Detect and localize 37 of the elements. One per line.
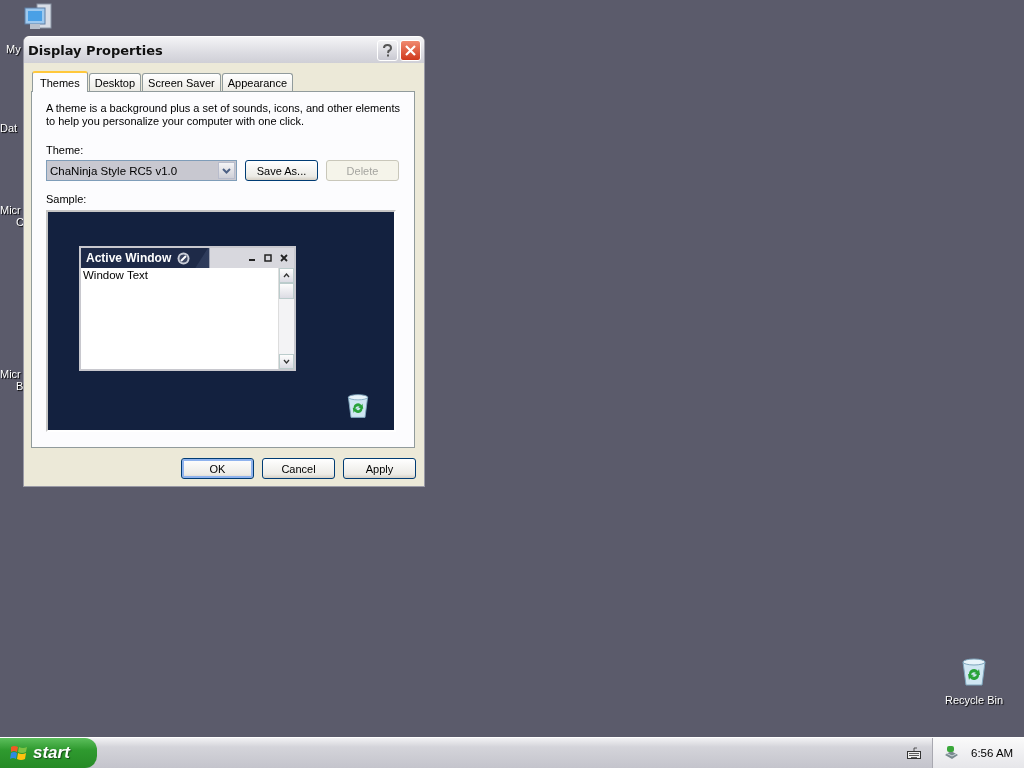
tab[interactable]: Themes bbox=[32, 71, 88, 92]
icon-label: Micr bbox=[0, 368, 21, 380]
question-mark-icon bbox=[383, 43, 392, 57]
maximize-icon bbox=[264, 254, 272, 262]
save-as-button[interactable]: Save As... bbox=[245, 160, 318, 181]
clock: 6:56 AM bbox=[971, 747, 1014, 759]
icon-label: Micr bbox=[0, 204, 21, 216]
start-button[interactable]: start bbox=[0, 738, 97, 768]
tab[interactable]: Appearance bbox=[221, 73, 294, 91]
close-button[interactable] bbox=[400, 39, 421, 61]
close-icon bbox=[405, 44, 416, 56]
tab[interactable]: Screen Saver bbox=[142, 73, 221, 91]
sample-window-title: Active Window bbox=[86, 251, 172, 265]
windows-flag-icon bbox=[10, 744, 28, 762]
theme-label: Theme: bbox=[46, 144, 85, 156]
round-logo-icon bbox=[177, 251, 191, 265]
apply-button[interactable]: Apply bbox=[343, 458, 416, 479]
chevron-down-icon bbox=[283, 359, 290, 364]
keyboard-icon[interactable] bbox=[907, 747, 921, 759]
window-title: Display Properties bbox=[28, 42, 164, 58]
icon-label: C bbox=[16, 216, 24, 228]
theme-dropdown[interactable]: ChaNinja Style RC5 v1.0 bbox=[46, 160, 237, 181]
network-icon[interactable] bbox=[943, 745, 959, 761]
icon-label: Dat bbox=[0, 122, 18, 134]
sample-window-text: Window Text bbox=[82, 268, 149, 283]
close-icon bbox=[280, 254, 288, 262]
icon-label: My bbox=[6, 43, 21, 55]
sample-label: Sample: bbox=[46, 193, 88, 205]
chevron-up-icon bbox=[283, 273, 290, 278]
icon-label: Recycle Bin bbox=[944, 694, 1004, 706]
help-button[interactable] bbox=[377, 39, 398, 61]
tab[interactable]: Desktop bbox=[88, 73, 142, 91]
icon-label: B bbox=[16, 380, 24, 392]
ok-button[interactable]: OK bbox=[181, 458, 254, 479]
chevron-down-icon bbox=[222, 167, 231, 174]
description-text: A theme is a background plus a set of sounds, icons, and other elements to help you personalize your computer with one click. bbox=[46, 102, 401, 128]
cancel-button[interactable]: Cancel bbox=[262, 458, 335, 479]
